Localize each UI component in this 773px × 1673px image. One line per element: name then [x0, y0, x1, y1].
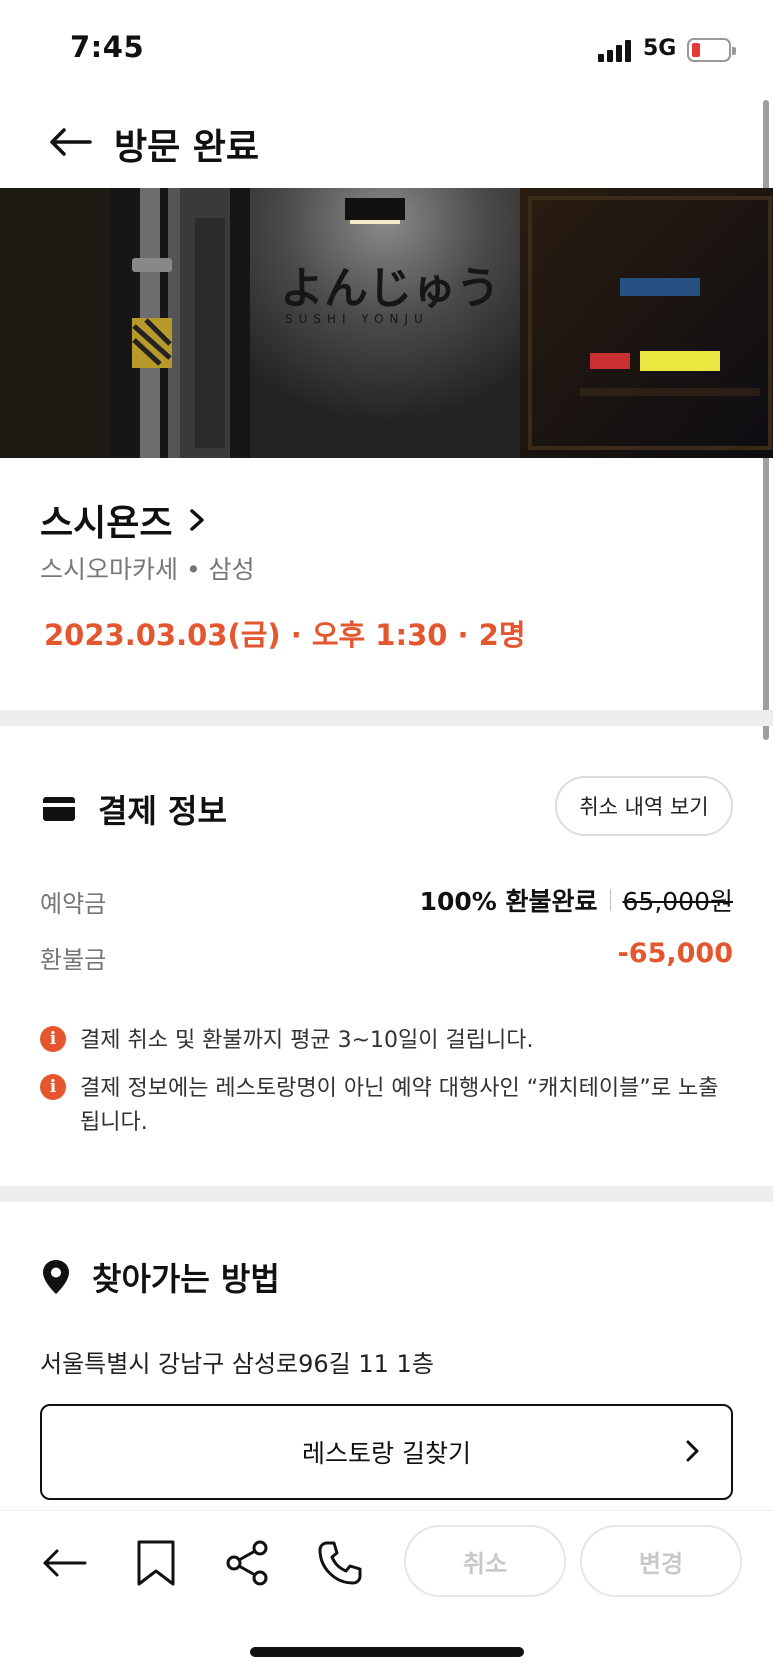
- call-button[interactable]: [312, 1535, 368, 1591]
- directions-title: 찾아가는 방법: [92, 1260, 280, 1298]
- deposit-value: 100% 환불완료 65,000원: [420, 882, 733, 918]
- reservation-datetime: 2023.03.03(금) · 오후 1:30 · 2명: [44, 618, 526, 652]
- route-finder-label: 레스토랑 길찾기: [302, 1439, 471, 1468]
- chevron-right-icon: [190, 509, 205, 531]
- page-title: 방문 완료: [114, 127, 260, 168]
- refund-status: 100% 환불완료: [419, 887, 598, 916]
- back-arrow-icon: [50, 128, 92, 156]
- notice-item: i 결제 정보에는 레스토랑명이 아닌 예약 대행사인 “캐치테이블”로 노출됩…: [40, 1072, 730, 1140]
- restaurant-info: 스시욘즈 스시오마카세 • 삼성 2023.03.03(금) · 오후 1:30…: [0, 458, 773, 710]
- location-pin-icon: [43, 1260, 69, 1294]
- deposit-label: 예약금: [40, 890, 107, 918]
- restaurant-category: 스시오마카세 • 삼성: [40, 555, 255, 584]
- status-bar: 7:45 5G: [0, 0, 773, 92]
- back-button[interactable]: [45, 120, 95, 164]
- info-icon: i: [40, 1074, 66, 1100]
- directions-header: 찾아가는 방법: [42, 1254, 280, 1300]
- cancel-history-button[interactable]: 취소 내역 보기: [555, 776, 733, 836]
- refund-amount: -65,000: [617, 938, 733, 969]
- payment-title: 결제 정보: [98, 792, 227, 830]
- separator: [609, 889, 611, 911]
- share-button[interactable]: [220, 1535, 276, 1591]
- share-icon: [226, 1540, 268, 1586]
- original-price: 65,000원: [622, 887, 733, 916]
- credit-card-icon: [43, 797, 75, 821]
- payment-section: 결제 정보 취소 내역 보기 예약금 100% 환불완료 65,000원 환불금…: [0, 726, 773, 1186]
- chevron-right-icon: [686, 1440, 699, 1462]
- notice-item: i 결제 취소 및 환불까지 평균 3~10일이 걸립니다.: [40, 1024, 730, 1058]
- route-finder-button[interactable]: 레스토랑 길찾기: [40, 1404, 733, 1500]
- phone-icon: [318, 1541, 362, 1585]
- notice-text: 결제 취소 및 환불까지 평균 3~10일이 걸립니다.: [80, 1028, 534, 1053]
- home-indicator: [250, 1647, 524, 1657]
- bookmark-icon: [137, 1540, 175, 1586]
- change-reservation-button[interactable]: 변경: [580, 1525, 742, 1597]
- sign-text: よんじゅう: [280, 263, 500, 314]
- restaurant-name-link[interactable]: 스시욘즈: [40, 494, 206, 546]
- bookmark-button[interactable]: [128, 1535, 184, 1591]
- bottom-action-bar: 취소 변경: [0, 1510, 773, 1673]
- payment-header: 결제 정보: [42, 786, 227, 832]
- status-time: 7:45: [70, 30, 145, 64]
- restaurant-address: 서울특별시 강남구 삼성로96길 11 1층: [40, 1350, 434, 1378]
- restaurant-photo: よんじゅう SUSHI YONJU: [0, 188, 773, 458]
- section-divider: [0, 1186, 773, 1202]
- back-arrow-icon: [43, 1549, 87, 1577]
- restaurant-name: 스시욘즈: [40, 503, 173, 544]
- network-label: 5G: [643, 36, 677, 61]
- directions-section: 찾아가는 방법 서울특별시 강남구 삼성로96길 11 1층 레스토랑 길찾기: [0, 1202, 773, 1502]
- cancel-reservation-button[interactable]: 취소: [404, 1525, 566, 1597]
- notice-text: 결제 정보에는 레스토랑명이 아닌 예약 대행사인 “캐치테이블”로 노출됩니다…: [80, 1076, 719, 1135]
- signal-icon: [598, 40, 634, 62]
- info-icon: i: [40, 1026, 66, 1052]
- battery-icon: [687, 38, 736, 62]
- refund-value: -65,000: [618, 938, 733, 969]
- sign-subtext: SUSHI YONJU: [285, 312, 429, 326]
- section-divider: [0, 710, 773, 726]
- back-icon-button[interactable]: [36, 1535, 92, 1591]
- top-header: 방문 완료: [0, 100, 773, 186]
- refund-label: 환불금: [40, 946, 107, 974]
